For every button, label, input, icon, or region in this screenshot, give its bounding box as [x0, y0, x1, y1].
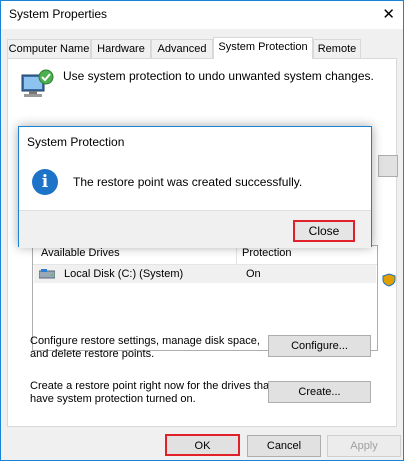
window-close-icon[interactable]: ✕	[382, 5, 395, 23]
dialog-message: The restore point was created successful…	[73, 175, 303, 189]
drive-protection: On	[246, 268, 261, 280]
configure-description: Configure restore settings, manage disk …	[30, 335, 260, 360]
header-description: Use system protection to undo unwanted s…	[63, 69, 374, 83]
ok-button[interactable]: OK	[165, 434, 240, 456]
create-description: Create a restore point right now for the…	[30, 380, 273, 405]
drives-list-header: Available Drives Protection	[33, 246, 377, 265]
window-title: System Properties	[9, 7, 108, 21]
apply-button[interactable]: Apply	[327, 435, 401, 457]
local-disk-icon	[39, 269, 55, 279]
tab-advanced[interactable]: Advanced	[151, 39, 213, 58]
cancel-button[interactable]: Cancel	[247, 435, 321, 457]
configure-button[interactable]: Configure...	[268, 335, 371, 357]
column-available-drives[interactable]: Available Drives	[41, 247, 120, 259]
system-protection-dialog: System Protection i The restore point wa…	[18, 126, 372, 248]
info-icon: i	[32, 169, 58, 195]
dialog-close-button[interactable]: Close	[293, 220, 355, 242]
column-separator	[236, 246, 237, 264]
shield-icon	[382, 273, 396, 287]
restore-button-partial[interactable]	[378, 155, 398, 177]
create-button[interactable]: Create...	[268, 381, 371, 403]
dialog-title: System Protection	[27, 135, 125, 149]
tab-remote[interactable]: Remote	[313, 39, 361, 58]
dialog-footer: Close	[19, 210, 371, 248]
tab-computer-name[interactable]: Computer Name	[7, 39, 91, 58]
tab-system-protection[interactable]: System Protection	[213, 37, 313, 59]
computer-shield-icon	[21, 69, 54, 97]
drive-name: Local Disk (C:) (System)	[64, 268, 184, 280]
tab-hardware[interactable]: Hardware	[91, 39, 151, 58]
drive-row[interactable]: Local Disk (C:) (System) On	[34, 265, 376, 283]
title-bar: System Properties ✕	[1, 1, 403, 29]
column-protection[interactable]: Protection	[242, 247, 292, 259]
